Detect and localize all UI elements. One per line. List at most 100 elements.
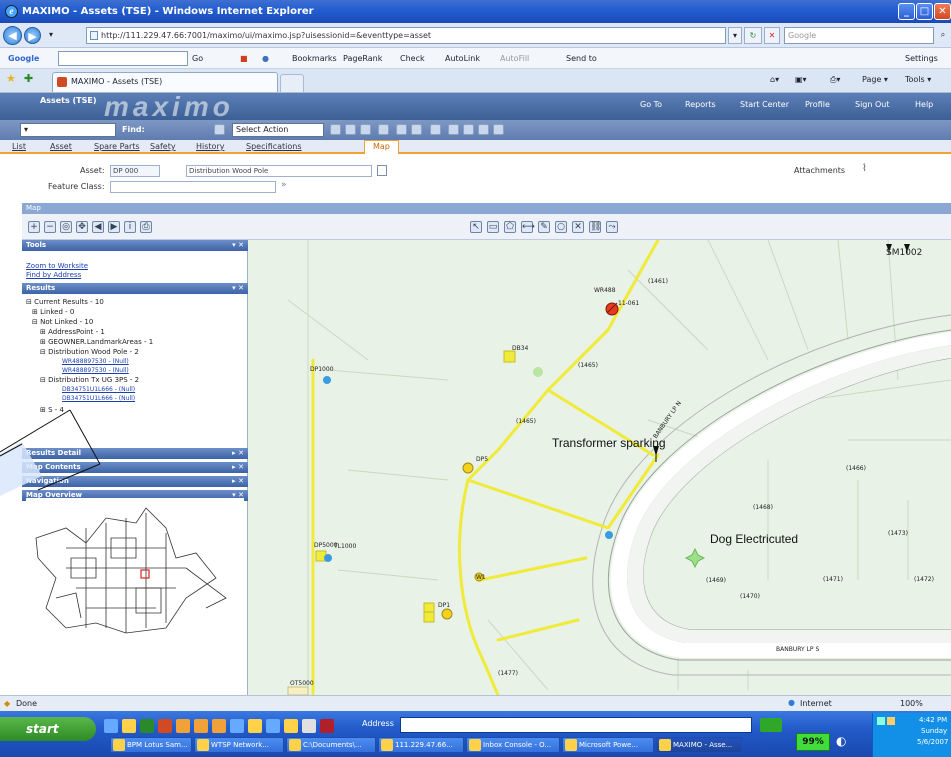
zoom-level[interactable]: 100% [900,699,923,708]
quicklaunch-app-icon[interactable] [212,719,226,733]
route-icon[interactable] [430,124,441,135]
add-favorites-icon[interactable]: ✚ [24,72,33,85]
nav-start-center[interactable]: Start Center [740,100,789,109]
nav-profile[interactable]: Profile [805,100,830,109]
print-icon[interactable]: ⎙▾ [830,75,840,85]
maximize-button[interactable]: □ [916,3,933,20]
quicklaunch-app-icon[interactable] [302,719,316,733]
clear-selection-icon[interactable]: ✕ [572,221,584,233]
result-link[interactable]: DB34751U1L666 - (Null) [62,386,135,393]
tool-icon-4[interactable] [493,124,504,135]
paperclip-icon[interactable]: ⌇ [862,163,867,174]
full-extent-icon[interactable]: ◎ [60,221,72,233]
quicklaunch-desktop-icon[interactable] [140,719,154,733]
stop-icon[interactable]: ✕ [764,27,780,44]
tab-maximo-assets[interactable]: MAXIMO - Assets (TSE) [52,72,278,92]
search-icon[interactable]: ⌕ [936,27,950,44]
tools-panel-header[interactable]: Tools ▾ ✕ [22,240,248,251]
new-tab-button[interactable] [280,74,304,92]
taskbar-item[interactable]: 111.229.47.66... [378,737,464,753]
search-input[interactable]: Google [784,27,934,44]
tree-address-point[interactable]: ⊞ AddressPoint - 1 [40,328,105,336]
select-poly-icon[interactable]: ⬠ [504,221,516,233]
go-icon[interactable] [760,718,782,732]
buffer-icon[interactable]: ○ [555,221,567,233]
check-button[interactable]: Check [400,52,425,66]
save-icon[interactable] [345,124,356,135]
quicklaunch-app-icon[interactable] [320,719,334,733]
quicklaunch-app-icon[interactable] [230,719,244,733]
quicklaunch-folder-icon[interactable] [122,719,136,733]
tab-map[interactable]: Map [364,140,399,154]
close-button[interactable]: ✕ [934,3,951,20]
print-record-icon[interactable] [360,124,371,135]
bookmarks-button[interactable]: Bookmarks [292,52,337,66]
quicklaunch-app-icon[interactable] [248,719,262,733]
tree-current-results[interactable]: ⊟ Current Results - 10 [26,298,104,306]
long-description-icon[interactable] [377,165,387,176]
taskbar-item[interactable]: WTSP Network... [194,737,284,753]
minimize-button[interactable]: _ [898,3,915,20]
battery-indicator[interactable]: 99% [796,733,830,751]
quicklaunch-app-icon[interactable] [284,719,298,733]
quicklaunch-app-icon[interactable] [158,719,172,733]
clock-time[interactable]: 4:42 PM [919,716,947,724]
link-asset-icon[interactable]: ⛓ [589,221,601,233]
results-panel-header[interactable]: Results ▾ ✕ [22,283,248,294]
address-dropdown-icon[interactable]: ▾ [728,27,742,44]
map-overview-thumbnail[interactable] [26,498,244,638]
next-record-icon[interactable] [411,124,422,135]
google-settings-button[interactable]: Settings [905,52,938,66]
tool-icon-3[interactable] [478,124,489,135]
select-action-dropdown[interactable]: Select Action [232,123,324,137]
feature-class-field[interactable] [110,181,276,193]
refresh-icon[interactable]: ↻ [744,27,762,44]
select-rect-icon[interactable]: ▭ [487,221,499,233]
tree-linked[interactable]: ⊞ Linked - 0 [32,308,74,316]
pan-icon[interactable]: ✥ [76,221,88,233]
autofill-button[interactable]: AutoFill [500,52,529,66]
asset-description-field[interactable]: Distribution Wood Pole [186,165,372,177]
nav-help[interactable]: Help [915,100,933,109]
history-dropdown-icon[interactable]: ▾ [45,27,57,44]
tree-distribution-tx[interactable]: ⊟ Distribution Tx UG 3PS - 2 [40,376,139,384]
tree-not-linked[interactable]: ⊟ Not Linked - 10 [32,318,93,326]
taskbar-item[interactable]: Inbox Console - O... [466,737,560,753]
annotation-dog-electricuted[interactable]: Dog Electricuted [710,532,798,546]
redline-icon[interactable]: ✎ [538,221,550,233]
tray-volume-icon[interactable] [887,717,895,725]
google-search-input[interactable] [58,51,188,66]
find-by-address-link[interactable]: Find by Address [26,271,81,279]
result-link[interactable]: DB34751U1L666 - (Null) [62,395,135,402]
tree-distribution-wood-pole[interactable]: ⊟ Distribution Wood Pole - 2 [40,348,139,356]
address-input[interactable]: http://111.229.47.66:7001/maximo/ui/maxi… [86,27,726,44]
nav-reports[interactable]: Reports [685,100,716,109]
power-icon[interactable]: ◐ [836,734,846,748]
taskbar-item[interactable]: C:\Documents\... [286,737,376,753]
taskbar-item[interactable]: Microsoft Powe... [562,737,654,753]
tools-menu[interactable]: Tools ▾ [905,75,931,84]
send-to-button[interactable]: Send to [566,52,597,66]
tab-specifications[interactable]: Specifications [246,141,302,154]
google-go-button[interactable]: Go [192,52,203,66]
zoom-out-icon[interactable]: − [44,221,56,233]
feature-class-lookup-icon[interactable]: » [281,180,287,190]
result-link[interactable]: WR488897530 - (Null) [62,358,129,365]
tray-network-icon[interactable] [877,717,885,725]
home-icon[interactable]: ⌂▾ [770,75,779,84]
tree-s[interactable]: ⊞ S - 4 [40,406,64,414]
map-canvas[interactable]: Transformer sparking Dog Electricuted BA… [248,240,951,695]
annotation-transformer-sparking[interactable]: Transformer sparking [552,436,666,450]
results-detail-panel-header[interactable]: Results Detail ▸ ✕ [22,448,248,459]
previous-record-icon[interactable] [396,124,407,135]
asset-field[interactable]: DP 000 [110,165,160,177]
tab-spare-parts[interactable]: Spare Parts [94,141,140,154]
print-map-icon[interactable]: ⎙ [140,221,152,233]
taskbar-item[interactable]: BPM Lotus Sam... [110,737,192,753]
select-feature-icon[interactable]: ↖ [470,221,482,233]
tab-list[interactable]: List [12,141,26,154]
insert-icon[interactable] [330,124,341,135]
zoom-to-worksite-link[interactable]: Zoom to Worksite [26,262,88,270]
back-button[interactable]: ◀ [3,26,22,45]
favorites-star-icon[interactable]: ★ [6,72,16,85]
